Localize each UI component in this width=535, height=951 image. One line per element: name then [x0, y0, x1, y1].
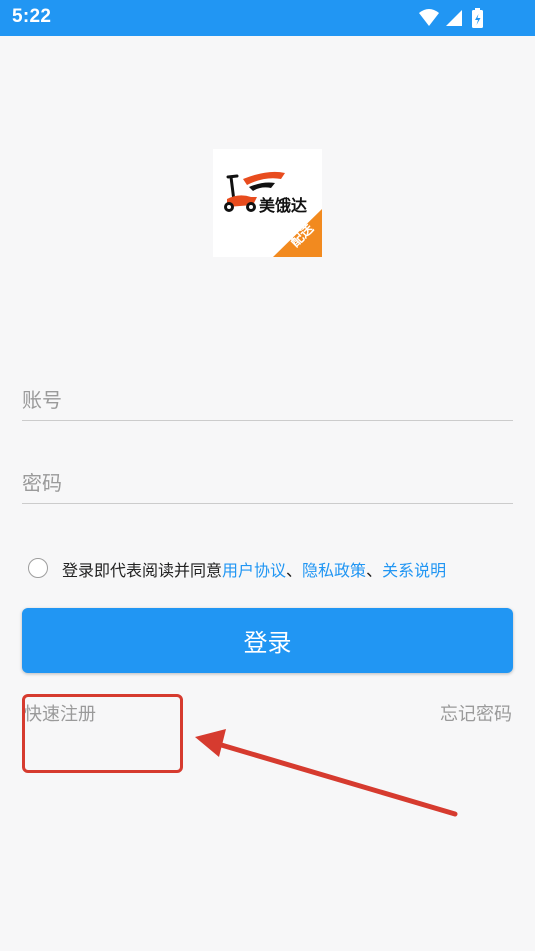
annotation-arrow	[195, 729, 458, 817]
